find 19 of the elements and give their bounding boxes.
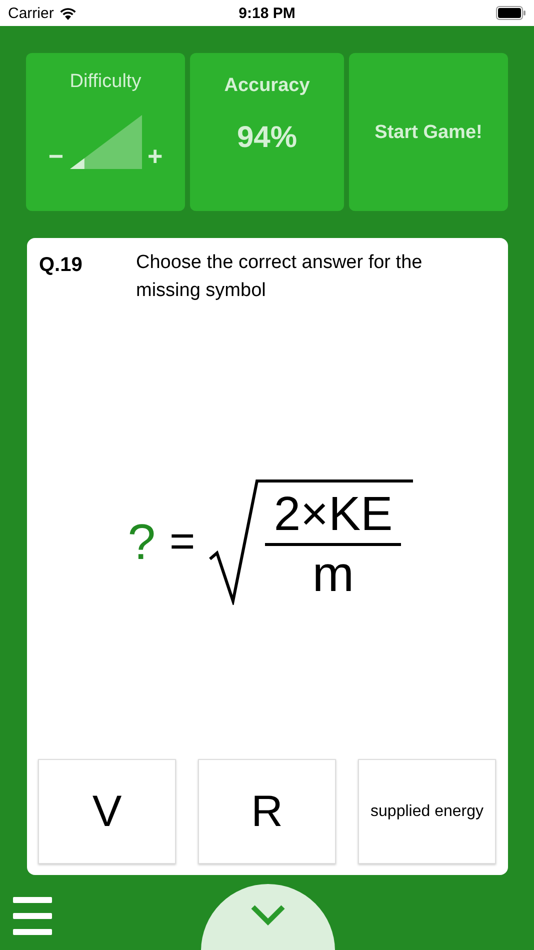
question-text: Choose the correct answer for the missing symbol <box>136 251 424 303</box>
carrier-name: Carrier <box>8 4 54 22</box>
chevron-down-icon <box>250 904 286 926</box>
equals-sign: = <box>170 517 196 567</box>
answer-button[interactable]: supplied energy <box>358 759 496 864</box>
radical-icon <box>209 479 416 605</box>
unknown-symbol: ? <box>128 513 156 571</box>
menu-icon[interactable] <box>13 897 52 936</box>
answer-button[interactable]: V <box>38 759 176 864</box>
question-number: Q.19 <box>39 254 84 278</box>
accuracy-value: 94% <box>236 121 298 155</box>
answer-button[interactable]: R <box>198 759 336 864</box>
denominator: m <box>312 546 354 602</box>
numerator: 2×KE <box>274 487 393 543</box>
difficulty-label: Difficulty <box>70 71 142 93</box>
accuracy-label: Accuracy <box>224 75 310 97</box>
wifi-icon <box>58 6 77 20</box>
battery-icon <box>496 6 526 20</box>
clock-time: 9:18 PM <box>238 4 296 22</box>
